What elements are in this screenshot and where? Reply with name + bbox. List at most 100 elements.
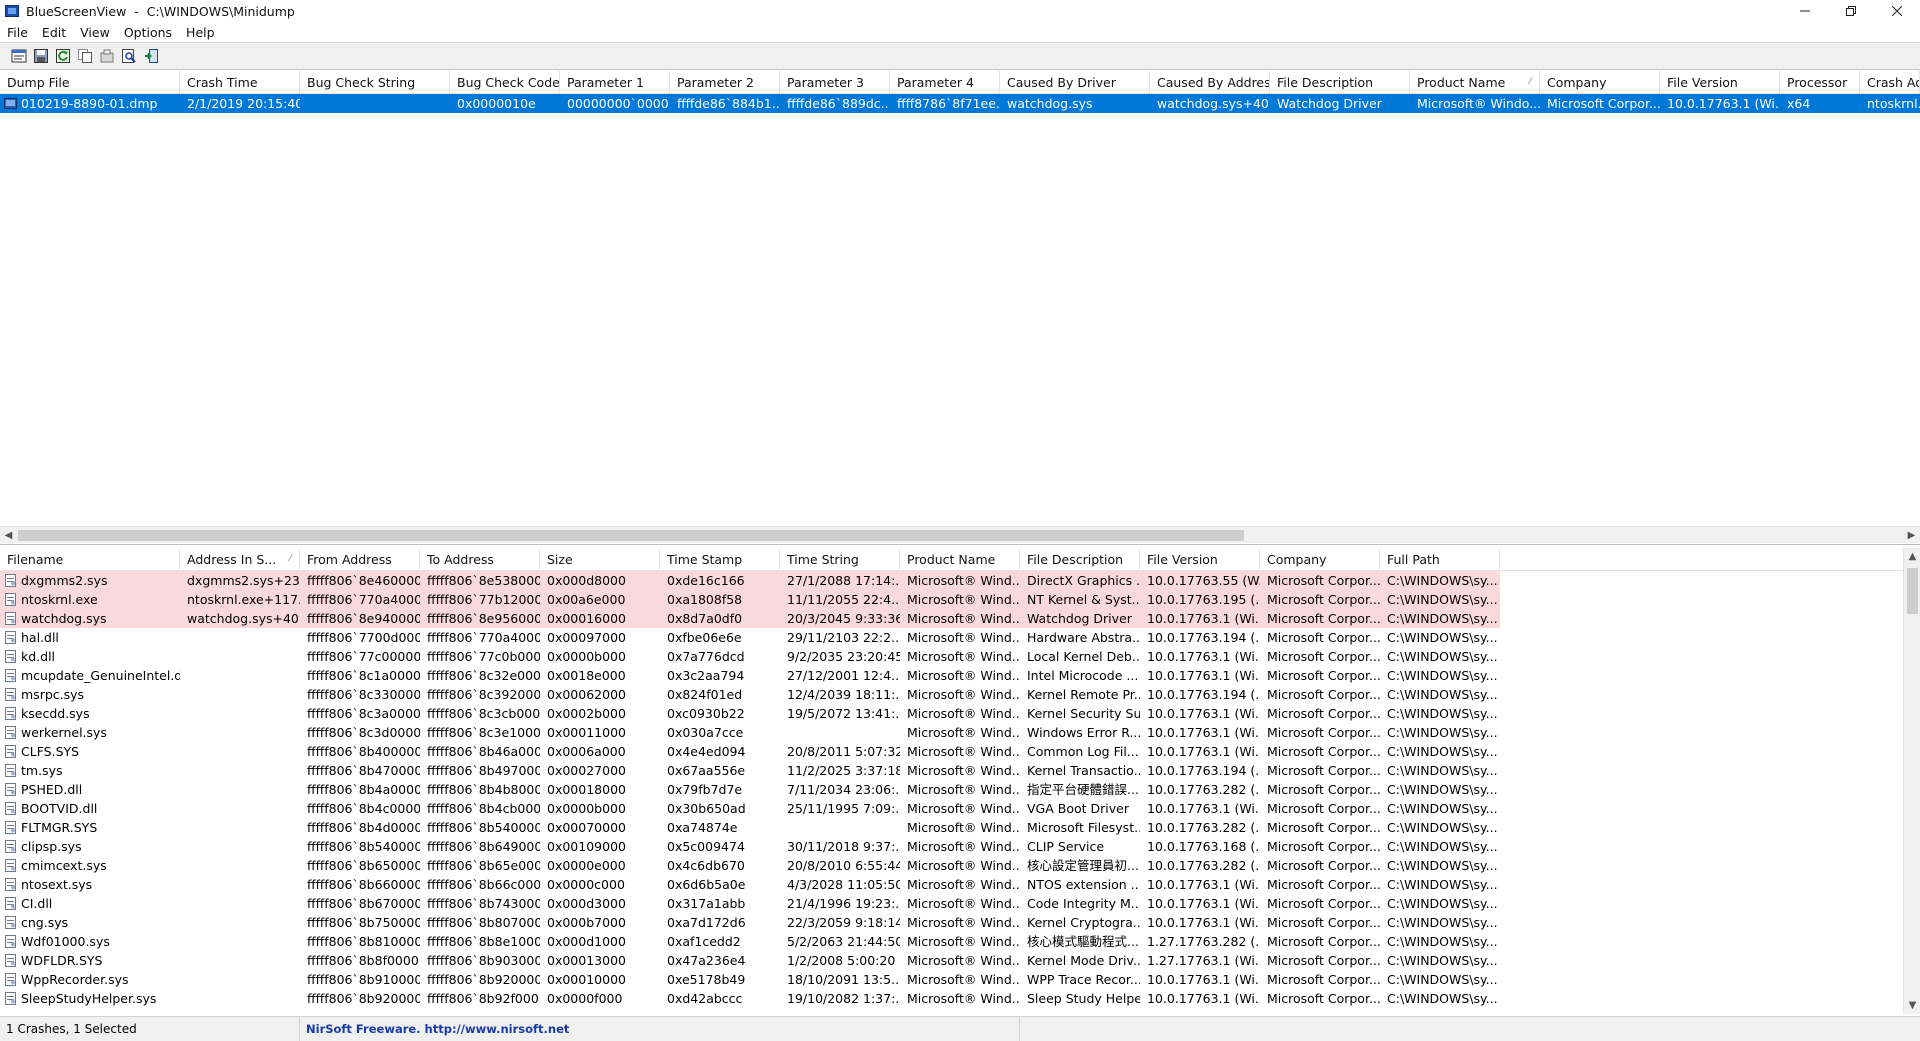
cell-address-in-stack [180, 704, 300, 723]
col-file-version[interactable]: File Version [1660, 71, 1780, 94]
scroll-down-icon[interactable]: ▼ [1904, 997, 1920, 1014]
col-parameter-3[interactable]: Parameter 3 [780, 71, 890, 94]
cell-from-address: fffff806`8b660000 [307, 877, 420, 892]
driver-file-icon [5, 973, 16, 986]
close-button[interactable] [1874, 0, 1920, 22]
col-time-string[interactable]: Time String [780, 548, 900, 571]
menu-view[interactable]: View [73, 25, 117, 40]
cell-product-name: Microsoft® Wind... [907, 839, 1020, 854]
col-caused-by-driver[interactable]: Caused By Driver [1000, 71, 1150, 94]
driver-row[interactable]: msrpc.sys fffff806`8c330000 fffff806`8c392… [0, 685, 1920, 704]
driver-row[interactable]: clipsp.sys fffff806`8b540000 fffff806`8b64… [0, 837, 1920, 856]
cell-from-address: fffff806`770a4000 [300, 590, 420, 609]
col-parameter-1[interactable]: Parameter 1 [560, 71, 670, 94]
col-crash-time[interactable]: Crash Time [180, 71, 300, 94]
nirsoft-link[interactable]: NirSoft Freeware. http://www.nirsoft.net [300, 1016, 1020, 1041]
cell-product-name: Microsoft® Wind... [907, 630, 1020, 645]
cell-company: Microsoft Corpor... [1267, 725, 1380, 740]
driver-row[interactable]: Wdf01000.sys fffff806`8b810000 fffff806`8b… [0, 932, 1920, 951]
scroll-left-icon[interactable]: ◀ [0, 527, 17, 544]
driver-row[interactable]: PSHED.dll fffff806`8b4a0000 fffff806`8b4b8… [0, 780, 1920, 799]
col-dump-file[interactable]: Dump File [0, 71, 180, 94]
col-time-stamp[interactable]: Time Stamp [660, 548, 780, 571]
driver-row[interactable]: CLFS.SYS fffff806`8b400000 fffff806`8b46a0… [0, 742, 1920, 761]
cell-file-version: 1.27.17763.1 (Wi... [1147, 953, 1260, 968]
col-product-name[interactable]: Product Name ⁄ [1410, 71, 1540, 94]
crash-row[interactable]: 010219-8890-01.dmp 2/1/2019 20:15:40 0x0… [0, 94, 1920, 113]
driver-row[interactable]: werkernel.sys fffff806`8c3d0000 fffff806`8… [0, 723, 1920, 742]
cell-company: Microsoft Corpor... [1267, 706, 1380, 721]
col-parameter-4[interactable]: Parameter 4 [890, 71, 1000, 94]
col-company[interactable]: Company [1260, 548, 1380, 571]
col-file-version[interactable]: File Version [1140, 548, 1260, 571]
driver-row[interactable]: watchdog.sys watchdog.sys+40... fffff806`8… [0, 609, 1920, 628]
copy-button[interactable] [74, 45, 96, 67]
col-address-in-stack[interactable]: Address In S... ⁄ [180, 548, 300, 571]
cell-crash-address: ntoskrnl... [1867, 96, 1920, 111]
menu-file[interactable]: File [0, 25, 35, 40]
find-button[interactable] [118, 45, 140, 67]
menu-edit[interactable]: Edit [35, 25, 73, 40]
col-product-name[interactable]: Product Name [900, 548, 1020, 571]
cell-from-address: fffff806`77c00000 [307, 649, 420, 664]
scroll-right-icon[interactable]: ▶ [1903, 527, 1920, 544]
driver-row[interactable]: ntosext.sys fffff806`8b660000 fffff806`8b6… [0, 875, 1920, 894]
horizontal-scrollbar[interactable]: ◀ ▶ [0, 526, 1920, 543]
driver-row[interactable]: mcupdate_GenuineIntel.dll fffff806`8c1a00… [0, 666, 1920, 685]
cell-address-in-stack [180, 666, 300, 685]
cell-to-address: fffff806`8b4cb000 [427, 801, 540, 816]
driver-row[interactable]: SleepStudyHelper.sys fffff806`8b920000 fff… [0, 989, 1920, 1008]
col-size[interactable]: Size [540, 548, 660, 571]
vertical-scroll-thumb[interactable] [1907, 568, 1918, 614]
col-parameter-2[interactable]: Parameter 2 [670, 71, 780, 94]
cell-full-path: C:\WINDOWS\sy... [1387, 687, 1498, 702]
driver-row[interactable]: cng.sys fffff806`8b750000 fffff806`8b80700… [0, 913, 1920, 932]
menu-options[interactable]: Options [117, 25, 179, 40]
minimize-icon [1800, 10, 1810, 12]
col-bug-check-string[interactable]: Bug Check String [300, 71, 450, 94]
vertical-scrollbar[interactable]: ▲ ▼ [1903, 548, 1920, 1014]
menu-help[interactable]: Help [179, 25, 222, 40]
driver-row[interactable]: BOOTVID.dll fffff806`8b4c0000 fffff806`8b4… [0, 799, 1920, 818]
properties-button[interactable] [8, 45, 30, 67]
driver-row[interactable]: WDFLDR.SYS fffff806`8b8f0000 fffff806`8b90… [0, 951, 1920, 970]
driver-file-icon [5, 574, 16, 587]
driver-file-icon [5, 992, 16, 1005]
exit-button[interactable] [140, 45, 162, 67]
driver-row[interactable]: hal.dll fffff806`7700d000 fffff806`770a400… [0, 628, 1920, 647]
driver-row[interactable]: WppRecorder.sys fffff806`8b910000 fffff806… [0, 970, 1920, 989]
driver-row[interactable]: dxgmms2.sys dxgmms2.sys+23... fffff806`8e4… [0, 571, 1920, 590]
refresh-button[interactable] [52, 45, 74, 67]
cell-address-in-stack: dxgmms2.sys+23... [180, 571, 300, 590]
col-file-description[interactable]: File Description [1020, 548, 1140, 571]
scroll-up-icon[interactable]: ▲ [1904, 548, 1920, 565]
col-file-description[interactable]: File Description [1270, 71, 1410, 94]
driver-file-icon [5, 840, 16, 853]
cell-bug-check-code: 0x0000010e [457, 96, 536, 111]
col-company[interactable]: Company [1540, 71, 1660, 94]
horizontal-scroll-thumb[interactable] [18, 530, 1244, 541]
col-from-address[interactable]: From Address [300, 548, 420, 571]
col-crash-address[interactable]: Crash Ad [1860, 71, 1920, 94]
col-full-path[interactable]: Full Path [1380, 548, 1500, 571]
cell-filename: BOOTVID.dll [0, 799, 180, 818]
driver-row[interactable]: ntoskrnl.exe ntoskrnl.exe+117... fffff806`… [0, 590, 1920, 609]
save-button[interactable] [30, 45, 52, 67]
dump-file-name: 010219-8890-01.dmp [21, 96, 158, 111]
driver-row[interactable]: tm.sys fffff806`8b470000 fffff806`8b497000… [0, 761, 1920, 780]
col-caused-by-address[interactable]: Caused By Address [1150, 71, 1270, 94]
advanced-options-button[interactable] [96, 45, 118, 67]
driver-row[interactable]: kd.dll fffff806`77c00000 fffff806`77c0b000… [0, 647, 1920, 666]
driver-row[interactable]: FLTMGR.SYS fffff806`8b4d0000 fffff806`8b54… [0, 818, 1920, 837]
minimize-button[interactable] [1782, 0, 1828, 22]
driver-row[interactable]: ksecdd.sys fffff806`8c3a0000 fffff806`8c3c… [0, 704, 1920, 723]
title-bar: BlueScreenView - C:\WINDOWS\Minidump [0, 0, 1920, 22]
restore-button[interactable] [1828, 0, 1874, 22]
driver-row[interactable]: cmimcext.sys fffff806`8b650000 fffff806`8b… [0, 856, 1920, 875]
cell-filename: ksecdd.sys [0, 704, 180, 723]
col-filename[interactable]: Filename [0, 548, 180, 571]
col-to-address[interactable]: To Address [420, 548, 540, 571]
col-processor[interactable]: Processor [1780, 71, 1860, 94]
driver-row[interactable]: CI.dll fffff806`8b670000 fffff806`8b743000… [0, 894, 1920, 913]
col-bug-check-code[interactable]: Bug Check Code [450, 71, 560, 94]
